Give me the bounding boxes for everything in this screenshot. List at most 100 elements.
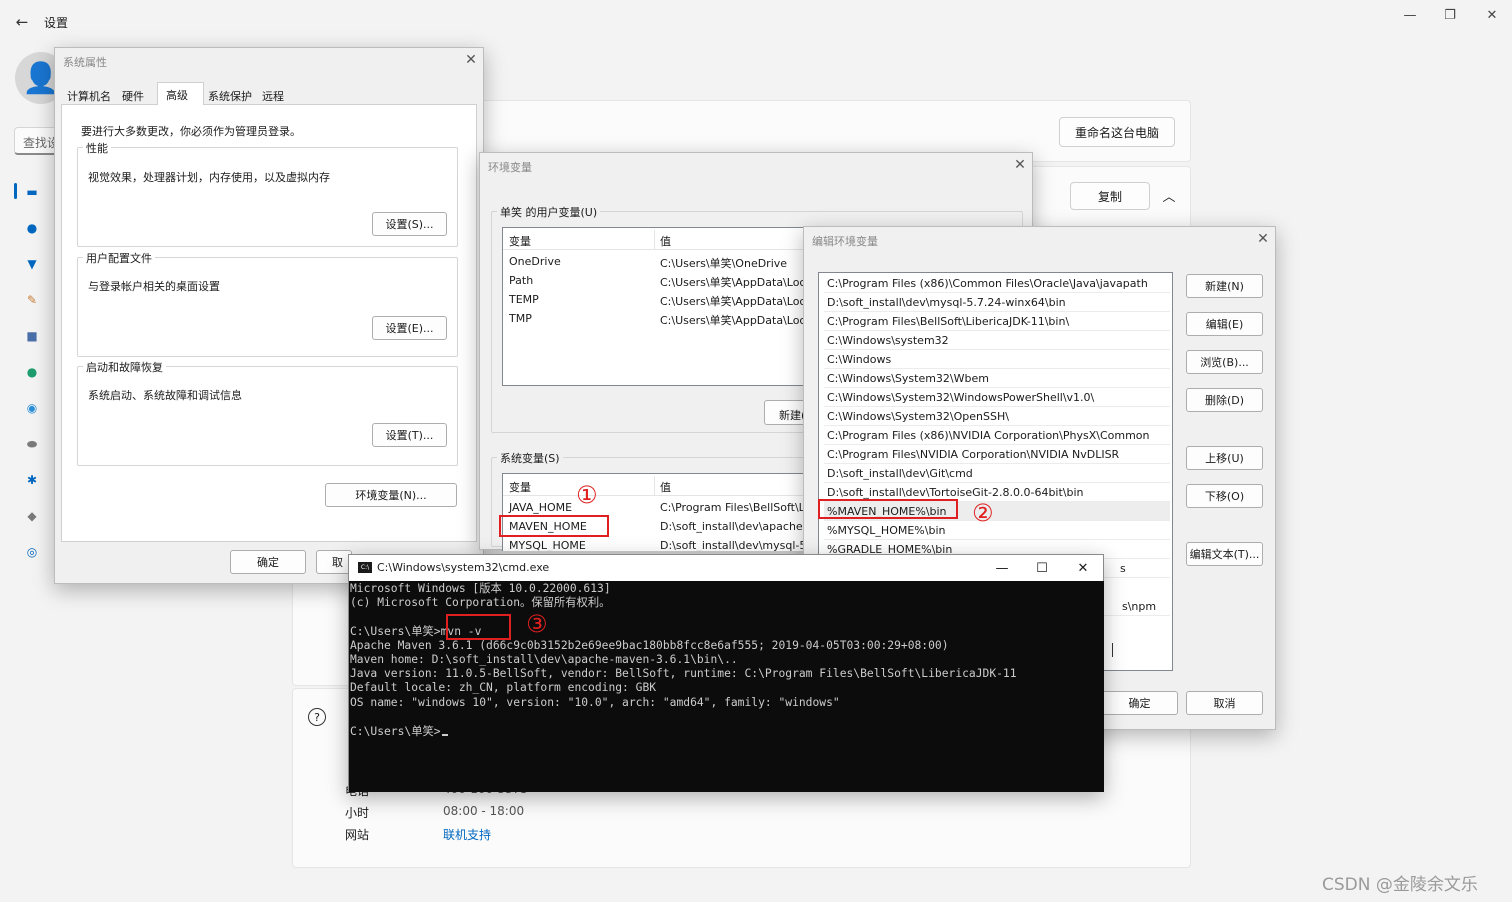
variable-name: TEMP xyxy=(509,293,539,306)
startup-recovery-group: 启动和故障恢复 系统启动、系统故障和调试信息 设置(T)... xyxy=(77,359,458,466)
move-up-button[interactable]: 上移(U) xyxy=(1186,446,1263,470)
settings-title: 设置 xyxy=(44,16,69,30)
user-variables-list[interactable]: 变量 值 OneDrive C:\Users\单笑\OneDrive Path C:… xyxy=(502,227,812,386)
table-row[interactable]: TMP C:\Users\单笑\AppData\Loc xyxy=(503,309,811,328)
performance-settings-button[interactable]: 设置(S)... xyxy=(372,212,447,236)
cmd-app-icon: C:\ xyxy=(358,562,372,573)
cmd-window[interactable]: C:\ C:\Windows\system32\cmd.exe — ☐ ✕ Mi… xyxy=(348,554,1104,792)
list-item[interactable]: C:\Windows xyxy=(824,350,1170,369)
tab-hardware[interactable]: 硬件 xyxy=(122,85,144,104)
list-item[interactable]: C:\Windows\System32\Wbem xyxy=(824,369,1170,388)
tab-remote[interactable]: 远程 xyxy=(262,85,284,104)
back-arrow-icon[interactable]: ← xyxy=(12,12,32,32)
list-item[interactable]: C:\Program Files\BellSoft\LibericaJDK-11… xyxy=(824,312,1170,331)
startup-settings-button[interactable]: 设置(T)... xyxy=(372,423,447,447)
nav-bluetooth-icon[interactable]: ● xyxy=(22,218,42,238)
console-line: OS name: "windows 10", version: "10.0", … xyxy=(350,696,840,709)
nav-time-language-icon[interactable]: ◉ xyxy=(22,398,42,418)
column-header-value[interactable]: 值 xyxy=(660,233,671,249)
nav-network-icon[interactable]: ▼ xyxy=(22,254,42,274)
list-item[interactable]: C:\Windows\System32\OpenSSH\ xyxy=(824,407,1170,426)
console-line: Default locale: zh_CN, platform encoding… xyxy=(350,681,657,694)
nav-accounts-icon[interactable]: ● xyxy=(22,362,42,382)
restore-icon[interactable]: ❐ xyxy=(1440,6,1460,24)
list-item[interactable]: C:\Program Files\NVIDIA Corporation\NVID… xyxy=(824,445,1170,464)
delete-path-button[interactable]: 删除(D) xyxy=(1186,388,1263,412)
support-link[interactable]: 联机支持 xyxy=(443,826,491,843)
close-icon[interactable]: ✕ xyxy=(1253,230,1273,248)
list-item[interactable]: C:\Windows\system32 xyxy=(824,331,1170,350)
variable-name: MYSQL_HOME xyxy=(509,539,586,551)
close-icon[interactable]: ✕ xyxy=(1010,156,1030,174)
annotation-box-mvn-command xyxy=(446,614,511,640)
tab-advanced[interactable]: 高级 xyxy=(157,82,204,105)
ok-button[interactable]: 确定 xyxy=(230,550,306,574)
move-down-button[interactable]: 下移(O) xyxy=(1186,484,1263,508)
list-item[interactable]: C:\Program Files (x86)\NVIDIA Corporatio… xyxy=(824,426,1170,445)
nav-apps-icon[interactable]: ■ xyxy=(22,326,42,346)
column-header-value[interactable]: 值 xyxy=(660,479,671,495)
column-header-variable[interactable]: 变量 xyxy=(509,479,531,495)
profile-settings-button[interactable]: 设置(E)... xyxy=(372,316,447,340)
dialog-title: 系统属性 xyxy=(63,56,107,69)
close-icon[interactable]: ✕ xyxy=(1482,6,1502,24)
cancel-button[interactable]: 取消 xyxy=(1186,691,1263,715)
console-line: Apache Maven 3.6.1 (d66c9c0b3152b2e69ee9… xyxy=(350,639,949,652)
new-user-variable-button[interactable]: 新建( xyxy=(764,400,808,425)
minimize-icon[interactable]: — xyxy=(992,559,1012,577)
nav-gaming-icon[interactable]: ⬬ xyxy=(22,434,42,454)
edit-path-button[interactable]: 编辑(E) xyxy=(1186,312,1263,336)
annotation-marker-3: ③ xyxy=(526,610,548,638)
variable-value: D:\soft_install\dev\mysql-5.7 xyxy=(660,539,812,551)
nav-system-icon[interactable]: ▬ xyxy=(22,182,42,202)
nav-personalization-icon[interactable]: ✎ xyxy=(22,290,42,310)
cmd-console[interactable]: Microsoft Windows [版本 10.0.22000.613] (c… xyxy=(349,581,1104,792)
rename-pc-button[interactable]: 重命名这台电脑 xyxy=(1059,117,1175,147)
close-icon[interactable]: ✕ xyxy=(461,51,481,69)
group-description: 视觉效果，处理器计划，内存使用，以及虚拟内存 xyxy=(88,171,330,184)
list-item[interactable]: D:\soft_install\dev\Git\cmd xyxy=(824,464,1170,483)
group-label: 启动和故障恢复 xyxy=(83,359,166,375)
tab-computer-name[interactable]: 计算机名 xyxy=(67,85,111,104)
dialog-title: 环境变量 xyxy=(488,161,532,174)
text-caret xyxy=(1112,643,1113,657)
group-label: 系统变量(S) xyxy=(497,450,563,466)
list-item[interactable]: C:\Windows\System32\WindowsPowerShell\v1… xyxy=(824,388,1170,407)
table-row[interactable]: OneDrive C:\Users\单笑\OneDrive xyxy=(503,252,811,271)
nav-update-icon[interactable]: ◎ xyxy=(22,542,42,562)
table-row[interactable]: Path C:\Users\单笑\AppData\Loc xyxy=(503,271,811,290)
table-row[interactable]: MYSQL_HOME D:\soft_install\dev\mysql-5.7 xyxy=(503,536,811,551)
cursor xyxy=(441,734,448,736)
cancel-button[interactable]: 取 xyxy=(316,550,352,574)
tab-system-protection[interactable]: 系统保护 xyxy=(208,85,252,104)
system-variables-list[interactable]: 变量 值 JAVA_HOME C:\Program Files\BellSoft\… xyxy=(502,473,812,551)
copy-button[interactable]: 复制 xyxy=(1070,182,1150,210)
list-header: 变量 值 xyxy=(503,476,811,496)
maximize-icon[interactable]: ☐ xyxy=(1032,559,1052,577)
variable-value: C:\Users\单笑\OneDrive xyxy=(660,257,788,270)
variable-name: Path xyxy=(509,274,534,287)
browse-button[interactable]: 浏览(B)... xyxy=(1186,350,1263,374)
annotation-box-maven-path xyxy=(818,499,958,519)
annotation-marker-1: ① xyxy=(576,481,598,509)
close-icon[interactable]: ✕ xyxy=(1073,559,1093,577)
performance-group: 性能 视觉效果，处理器计划，内存使用，以及虚拟内存 设置(S)... xyxy=(77,140,458,247)
watermark: CSDN @金陵余文乐 xyxy=(1322,875,1478,895)
list-item[interactable]: %MYSQL_HOME%\bin xyxy=(824,521,1170,540)
column-header-variable[interactable]: 变量 xyxy=(509,233,531,249)
variable-value: C:\Program Files\BellSoft\Li xyxy=(660,501,808,514)
chevron-up-icon[interactable]: ︿ xyxy=(1160,186,1178,205)
edit-text-button[interactable]: 编辑文本(T)... xyxy=(1186,542,1263,566)
nav-privacy-icon[interactable]: ◆ xyxy=(22,506,42,526)
new-path-button[interactable]: 新建(N) xyxy=(1186,274,1263,298)
prompt-text: C:\Users\单笑> xyxy=(350,725,441,738)
ok-button[interactable]: 确定 xyxy=(1101,691,1178,715)
table-row[interactable]: TEMP C:\Users\单笑\AppData\Loc xyxy=(503,290,811,309)
group-label: 性能 xyxy=(83,140,111,156)
variable-name: TMP xyxy=(509,312,532,325)
list-item[interactable]: C:\Program Files (x86)\Common Files\Orac… xyxy=(824,274,1170,293)
list-item[interactable]: D:\soft_install\dev\mysql-5.7.24-winx64\… xyxy=(824,293,1170,312)
nav-accessibility-icon[interactable]: ✱ xyxy=(22,470,42,490)
environment-variables-button[interactable]: 环境变量(N)... xyxy=(325,483,457,507)
minimize-icon[interactable]: — xyxy=(1400,6,1420,24)
